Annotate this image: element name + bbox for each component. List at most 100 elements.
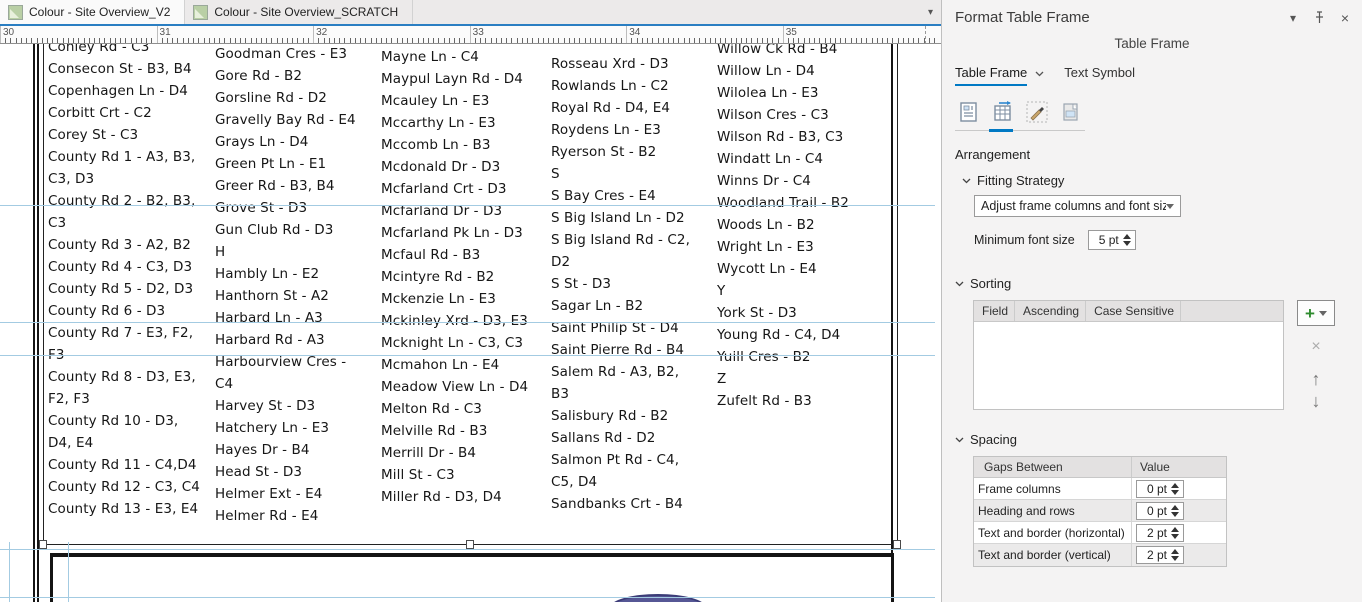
table-frame-border-left[interactable] [43, 44, 44, 544]
ruler-tick [250, 38, 252, 43]
sorting-column-header[interactable]: Case Sensitive [1086, 301, 1182, 321]
minimum-font-size-spinner[interactable]: 5 pt [1087, 230, 1136, 250]
spacing-row: Text and border (horizontal) 2 pt [974, 521, 1226, 544]
spacing-value-spinner[interactable]: 2 pt [1136, 546, 1184, 564]
street-index-entry: County Rd 7 - E3, F2, F3 [48, 325, 194, 363]
ruler-tick [934, 38, 936, 43]
ruler-tick [798, 38, 800, 43]
ruler-tick [380, 38, 382, 43]
ruler-tick [120, 38, 121, 43]
spacing-heading: Spacing [970, 431, 1017, 447]
page-neatline-left-outer [33, 44, 35, 602]
street-index-entry: Mcfarland Pk Ln - D3 [381, 225, 523, 241]
street-index-column: Mayne Ln - C4 Maypul Layn Rd - D4 Mcauley … [381, 46, 533, 508]
panel-menu-dropdown-icon[interactable]: ▾ [1286, 11, 1300, 25]
street-index-entry: Melville Rd - B3 [381, 423, 488, 439]
spin-up-icon[interactable] [1171, 482, 1179, 488]
ruler-tick [47, 38, 48, 43]
ruler-tick [328, 38, 330, 43]
street-index-entry: County Rd 8 - D3, E3, F2, F3 [48, 369, 196, 407]
spin-down-icon[interactable] [1171, 511, 1179, 517]
spin-down-icon[interactable] [1171, 489, 1179, 495]
selection-handle-bottom-right[interactable] [893, 540, 901, 549]
ruler-tick [208, 38, 210, 43]
tab-text-symbol[interactable]: Text Symbol [1064, 65, 1135, 86]
frame-arrangement-icon[interactable] [989, 98, 1017, 126]
street-index-entry: Mcmahon Ln - E4 [381, 357, 500, 373]
ruler-tick [255, 38, 257, 43]
guide-horizontal[interactable] [0, 355, 935, 356]
move-sort-down-button[interactable]: ↓ [1312, 392, 1321, 410]
ruler-tick [464, 38, 466, 43]
ruler-tick [104, 38, 106, 43]
selection-handle-bottom-left[interactable] [39, 540, 47, 549]
street-index-entry: Winns Dr - C4 [717, 173, 811, 189]
street-index-entry: S [551, 166, 560, 182]
spin-down-icon[interactable] [1171, 533, 1179, 539]
street-index-entry: Hanthorn St - A2 [215, 288, 329, 304]
guide-vertical[interactable] [9, 542, 10, 602]
ruler-tick [600, 38, 602, 43]
spacing-collapse-icon[interactable] [955, 430, 964, 448]
ruler-tick [913, 38, 915, 43]
sorting-table-body[interactable] [974, 322, 1283, 406]
spin-up-icon[interactable] [1122, 234, 1131, 239]
ruler-tick [730, 38, 732, 43]
sorting-table[interactable]: Field Ascending Case Sensitive [973, 300, 1284, 410]
spin-up-icon[interactable] [1171, 549, 1179, 554]
tab-list-dropdown-icon[interactable]: ▾ [928, 7, 941, 18]
table-frame-border-right[interactable] [897, 44, 898, 544]
fitting-strategy-heading: Fitting Strategy [977, 172, 1065, 188]
street-index-column: Willow Ck Rd - B4 Willow Ln - D4 Wilolea L… [717, 44, 869, 412]
ruler-tick [553, 38, 555, 43]
guide-horizontal[interactable] [0, 205, 935, 206]
sorting-collapse-icon[interactable] [955, 274, 964, 292]
spin-up-icon[interactable] [1171, 526, 1179, 532]
frame-display-icon[interactable] [1057, 98, 1085, 126]
street-index-entry: Young Rd - C4, D4 [717, 327, 841, 343]
add-sort-field-button[interactable]: + [1297, 300, 1335, 326]
guide-horizontal[interactable] [0, 597, 935, 598]
spacing-value-spinner[interactable]: 0 pt [1136, 501, 1184, 520]
ruler-tick [276, 38, 278, 43]
street-index-entry: Rosseau Xrd - D3 [551, 56, 669, 72]
move-sort-up-button[interactable]: ↑ [1312, 370, 1321, 388]
selection-handle-bottom-center[interactable] [466, 540, 474, 549]
spin-down-icon[interactable] [1171, 556, 1179, 561]
tab-table-frame-caret-icon[interactable] [1035, 65, 1044, 80]
fitting-strategy-dropdown[interactable]: Adjust frame columns and font size [974, 195, 1181, 217]
panel-close-icon[interactable]: × [1338, 10, 1352, 26]
ruler-tick [751, 38, 753, 43]
frame-symbol-brush-icon[interactable] [1023, 98, 1051, 126]
street-index-entry: Woods Ln - B2 [717, 217, 815, 233]
street-index-entry: Royal Rd - D4, E4 [551, 100, 671, 116]
view-tab[interactable]: Colour - Site Overview_V2 [0, 0, 186, 24]
tab-table-frame[interactable]: Table Frame [955, 65, 1028, 86]
view-tabs: Colour - Site Overview_V2 Colour - Site O… [0, 0, 414, 24]
ruler-tick [339, 38, 341, 43]
ruler-tick [41, 38, 43, 43]
spacing-value-spinner[interactable]: 0 pt [1136, 479, 1184, 498]
spin-up-icon[interactable] [1171, 504, 1179, 510]
guide-horizontal[interactable] [0, 549, 935, 550]
street-index-entry: Gore Rd - B2 [215, 68, 303, 84]
frame-options-icon[interactable] [955, 98, 983, 126]
street-index-entry: County Rd 5 - D2, D3 [48, 281, 194, 297]
panel-pin-icon[interactable] [1312, 11, 1326, 25]
ruler-number: 32 [316, 27, 328, 38]
map-frame-border-top [50, 553, 894, 557]
view-tab[interactable]: Colour - Site Overview_SCRATCH [185, 0, 414, 24]
spin-down-icon[interactable] [1122, 241, 1131, 246]
fitting-strategy-collapse-icon[interactable] [962, 171, 971, 189]
spacing-value-spinner[interactable]: 2 pt [1136, 523, 1184, 542]
guide-horizontal[interactable] [0, 322, 935, 323]
layout-canvas[interactable]: Conley Rd - C3 Consecon St - B3, B4 Copenh… [0, 44, 941, 602]
sorting-column-header[interactable]: Ascending [1015, 301, 1087, 321]
street-index-entry: Green Pt Ln - E1 [215, 156, 327, 172]
street-index-entry: S Big Island Ln - D2 [551, 210, 685, 226]
guide-vertical[interactable] [68, 542, 69, 602]
remove-sort-field-button[interactable]: × [1311, 338, 1320, 356]
ruler-tick [808, 38, 810, 43]
sorting-column-header[interactable]: Field [974, 301, 1016, 321]
street-index-entry: Yuill Cres - B2 [717, 349, 811, 365]
